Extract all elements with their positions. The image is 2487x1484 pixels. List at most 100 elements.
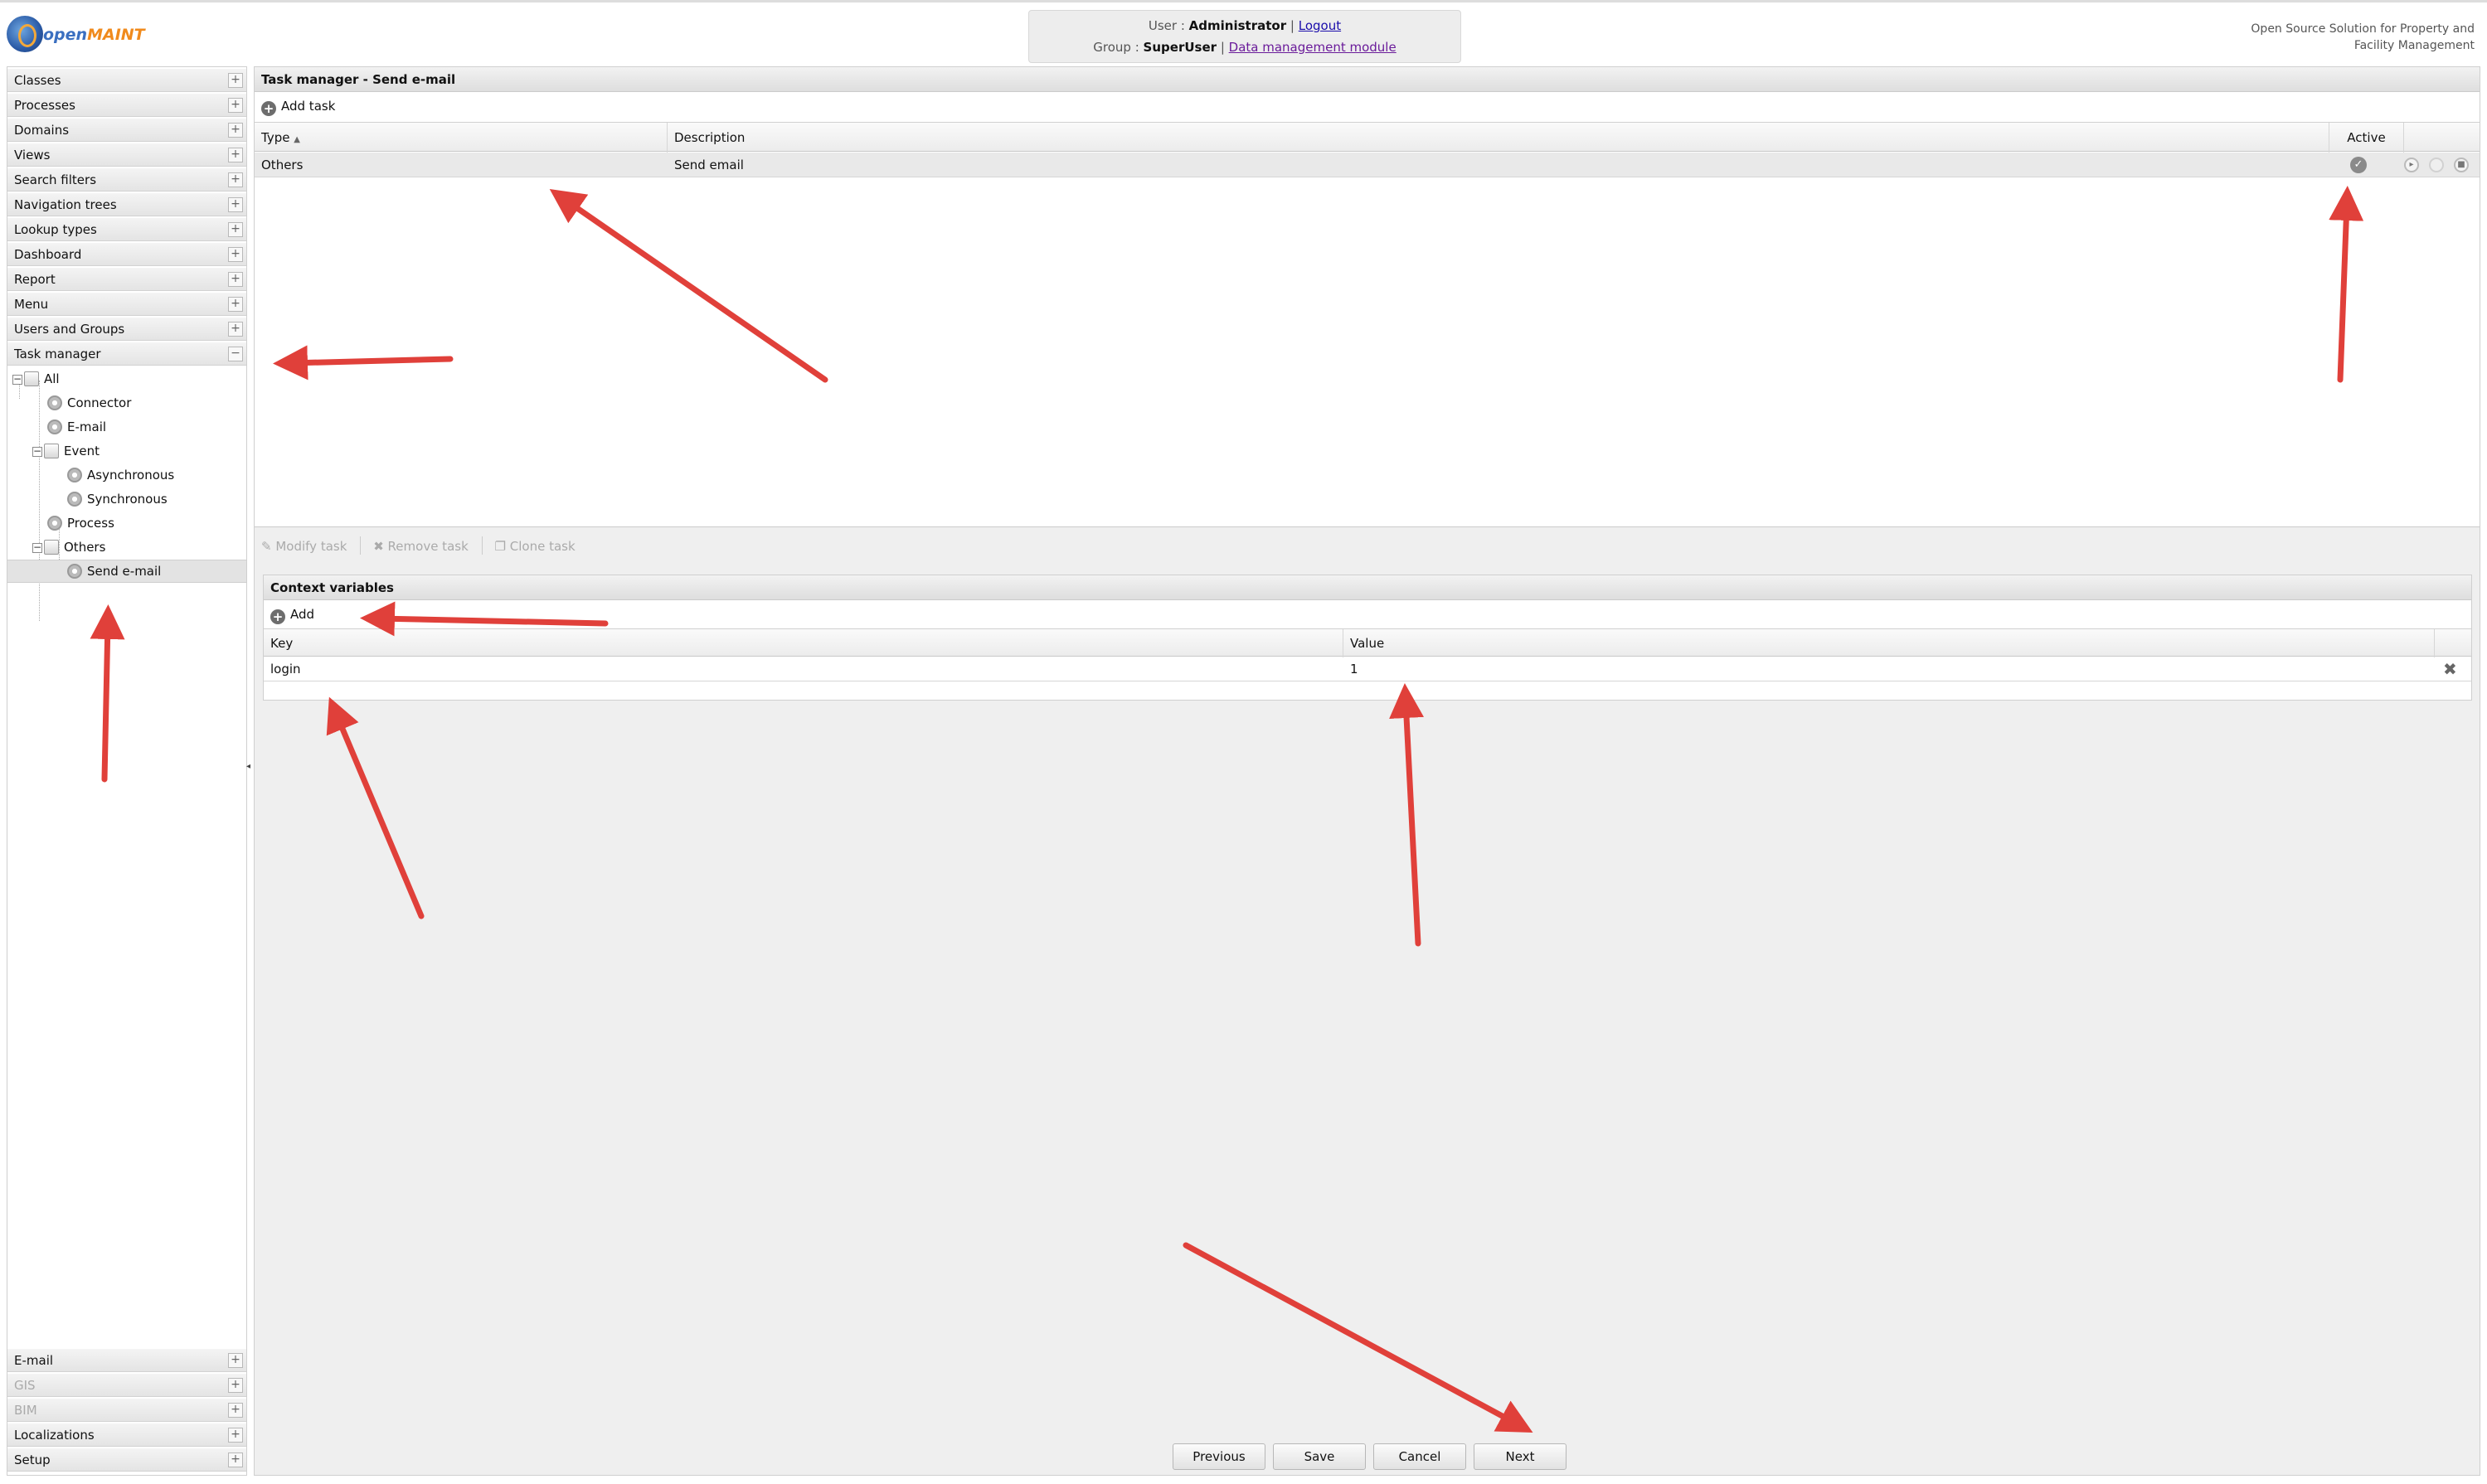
- cancel-button[interactable]: Cancel: [1373, 1443, 1466, 1470]
- tree-node-send-email[interactable]: Send e-mail: [67, 560, 161, 582]
- column-description[interactable]: Description: [668, 123, 2329, 153]
- collapse-node-icon[interactable]: −: [32, 542, 42, 553]
- sidebar-item-navigation-trees[interactable]: Navigation trees +: [7, 193, 246, 216]
- app-header: openMAINT User : Administrator | Logout …: [0, 0, 2487, 63]
- active-check-icon: ✓: [2350, 157, 2367, 173]
- task-icon: [47, 516, 62, 531]
- logout-link[interactable]: Logout: [1299, 18, 1341, 33]
- tree-node-process[interactable]: Process: [47, 512, 114, 534]
- expand-icon[interactable]: +: [228, 247, 243, 262]
- folder-icon: [44, 540, 59, 555]
- task-icon: [67, 492, 82, 507]
- sidebar-item-domains[interactable]: Domains +: [7, 119, 246, 142]
- context-variables-title: Context variables: [264, 575, 2471, 600]
- expand-icon[interactable]: +: [228, 123, 243, 138]
- pause-task-icon[interactable]: [2429, 158, 2444, 172]
- delete-row-icon[interactable]: ✖: [2443, 657, 2457, 681]
- expand-icon: +: [228, 1403, 243, 1418]
- expand-icon[interactable]: +: [228, 197, 243, 212]
- cell-type: Others: [261, 158, 304, 172]
- tree-line: [39, 381, 40, 621]
- expand-icon[interactable]: +: [228, 322, 243, 337]
- cell-key[interactable]: login: [264, 657, 301, 681]
- column-value[interactable]: Value: [1343, 629, 2435, 657]
- start-task-icon[interactable]: ▸: [2404, 158, 2419, 172]
- expand-icon[interactable]: +: [228, 172, 243, 187]
- pencil-icon: ✎: [261, 539, 272, 554]
- expand-icon[interactable]: +: [228, 272, 243, 287]
- modify-task-button[interactable]: ✎ Modify task: [261, 539, 347, 554]
- tasks-panel: Task manager - Send e-mail + Add task Typ…: [255, 67, 2480, 527]
- cell-value[interactable]: 1: [1343, 657, 1358, 681]
- expand-icon[interactable]: +: [228, 1452, 243, 1467]
- add-task-button[interactable]: + Add task: [255, 92, 586, 120]
- admin-sidebar: Classes + Processes + Domains + Views + Sear…: [7, 66, 247, 1476]
- collapse-node-icon[interactable]: −: [32, 446, 42, 457]
- sidebar-item-users-and-groups[interactable]: Users and Groups +: [7, 318, 246, 341]
- table-row[interactable]: Others Send email ✓ ▸ ■: [255, 153, 2480, 177]
- task-icon: [47, 419, 62, 434]
- tree-node-asynchronous[interactable]: Asynchronous: [67, 464, 174, 486]
- expand-icon[interactable]: +: [228, 297, 243, 312]
- group-name: SuperUser: [1143, 40, 1217, 55]
- logo-mark-icon: [7, 16, 43, 52]
- user-name: Administrator: [1188, 18, 1287, 33]
- tree-node-email[interactable]: E-mail: [47, 416, 106, 438]
- task-actions-toolbar: ✎ Modify task ✖ Remove task ❐ Clone task: [255, 531, 2480, 561]
- sort-asc-icon: ▲: [294, 135, 300, 144]
- expand-icon[interactable]: +: [228, 1428, 243, 1443]
- sidebar-item-task-manager[interactable]: Task manager −: [7, 342, 246, 366]
- task-icon: [67, 564, 82, 579]
- sidebar-item-processes[interactable]: Processes +: [7, 94, 246, 117]
- column-type[interactable]: Type ▲: [255, 123, 668, 153]
- sidebar-item-menu[interactable]: Menu +: [7, 293, 246, 316]
- tree-node-event[interactable]: − Event: [32, 440, 100, 462]
- tree-node-all[interactable]: − All: [12, 368, 60, 390]
- expand-icon: +: [228, 1378, 243, 1393]
- task-icon: [47, 395, 62, 410]
- group-label: Group :: [1093, 40, 1144, 55]
- add-icon: +: [270, 609, 285, 624]
- sidebar-item-setup[interactable]: Setup +: [7, 1448, 246, 1472]
- openmaint-logo: openMAINT: [7, 11, 145, 57]
- expand-icon[interactable]: +: [228, 73, 243, 88]
- tagline: Open Source Solution for Property and Fa…: [2251, 22, 2475, 52]
- sidebar-item-report[interactable]: Report +: [7, 268, 246, 291]
- task-icon: [67, 468, 82, 483]
- expand-icon[interactable]: +: [228, 222, 243, 237]
- folder-icon: [24, 371, 39, 386]
- folder-icon: [44, 444, 59, 458]
- expand-icon[interactable]: +: [228, 1353, 243, 1368]
- sidebar-item-views[interactable]: Views +: [7, 143, 246, 167]
- collapse-icon[interactable]: −: [228, 347, 243, 361]
- add-variable-button[interactable]: + Add: [264, 600, 512, 628]
- next-button[interactable]: Next: [1474, 1443, 1567, 1470]
- stop-task-icon[interactable]: ■: [2454, 158, 2469, 172]
- expand-icon[interactable]: +: [228, 98, 243, 113]
- save-button[interactable]: Save: [1273, 1443, 1366, 1470]
- sidebar-item-localizations[interactable]: Localizations +: [7, 1423, 246, 1447]
- tree-node-connector[interactable]: Connector: [47, 392, 131, 414]
- data-management-module-link[interactable]: Data management module: [1229, 40, 1397, 55]
- context-variables-panel: Context variables + Add Key Value login 1…: [263, 575, 2472, 701]
- sidebar-item-dashboard[interactable]: Dashboard +: [7, 243, 246, 266]
- sidebar-item-lookup-types[interactable]: Lookup types +: [7, 218, 246, 241]
- tree-node-others[interactable]: − Others: [32, 536, 105, 558]
- sidebar-item-search-filters[interactable]: Search filters +: [7, 168, 246, 192]
- sidebar-item-classes[interactable]: Classes +: [7, 69, 246, 92]
- previous-button[interactable]: Previous: [1173, 1443, 1265, 1470]
- table-row[interactable]: login 1 ✖: [264, 657, 2471, 681]
- column-active[interactable]: Active: [2329, 123, 2404, 153]
- cell-description: Send email: [674, 158, 744, 172]
- remove-task-button[interactable]: ✖ Remove task: [373, 539, 469, 554]
- tasks-grid-header: Type ▲ Description Active: [255, 122, 2480, 153]
- sidebar-item-email[interactable]: E-mail +: [7, 1349, 246, 1372]
- sidebar-item-gis: GIS +: [7, 1374, 246, 1397]
- sidebar-item-bim: BIM +: [7, 1399, 246, 1422]
- column-key[interactable]: Key: [264, 629, 1343, 657]
- tree-node-synchronous[interactable]: Synchronous: [67, 488, 168, 510]
- collapse-node-icon[interactable]: −: [12, 374, 22, 385]
- clone-task-button[interactable]: ❐ Clone task: [495, 539, 576, 554]
- add-icon: +: [261, 101, 276, 116]
- expand-icon[interactable]: +: [228, 148, 243, 162]
